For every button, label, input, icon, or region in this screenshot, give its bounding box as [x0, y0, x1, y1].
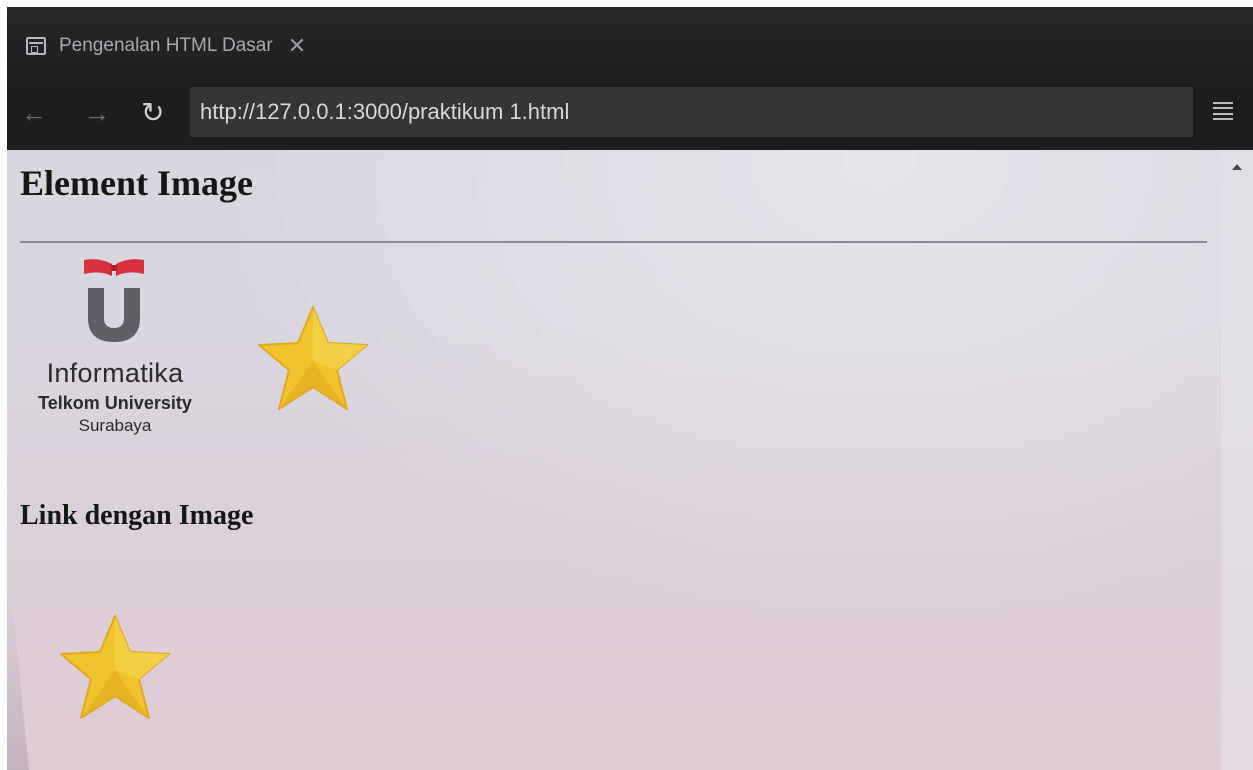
logo-title: Informatika — [46, 358, 184, 388]
hamburger-menu-icon[interactable] — [1213, 102, 1233, 120]
logo-subtitle-city: Surabaya — [78, 416, 152, 435]
forward-arrow-icon[interactable]: → — [84, 98, 110, 128]
back-arrow-icon[interactable]: ← — [21, 98, 47, 128]
page-title: Element Image — [20, 163, 253, 203]
vertical-scrollbar[interactable] — [1221, 150, 1253, 770]
star-link-icon[interactable] — [57, 612, 173, 724]
scroll-up-arrow-icon[interactable] — [1232, 164, 1242, 170]
page-viewport: Element Image Informatika Telkom Univers… — [7, 150, 1221, 770]
star-icon — [258, 306, 368, 410]
reload-icon[interactable]: ↻ — [141, 98, 164, 128]
horizontal-rule — [20, 241, 1207, 243]
informatika-logo: Informatika Telkom University Surabaya — [20, 258, 216, 448]
navigation-bar: ← → ↻ http://127.0.0.1:3000/praktikum 1.… — [7, 83, 1253, 150]
tab-active[interactable]: Pengenalan HTML Dasar ✕ — [7, 7, 407, 83]
background-decoration — [7, 590, 29, 770]
close-icon[interactable]: ✕ — [288, 35, 306, 57]
url-text: http://127.0.0.1:3000/praktikum 1.html — [200, 99, 570, 124]
tab-title: Pengenalan HTML Dasar — [59, 35, 273, 56]
tab-bar: Pengenalan HTML Dasar ✕ — [7, 7, 1253, 83]
section-heading: Link dengan Image — [20, 500, 254, 531]
logo-subtitle-university: Telkom University — [38, 393, 192, 413]
telkom-university-logo-icon — [84, 259, 144, 342]
address-bar[interactable]: http://127.0.0.1:3000/praktikum 1.html — [190, 87, 1193, 137]
browser-window: Pengenalan HTML Dasar ✕ ← → ↻ http://127… — [7, 7, 1253, 770]
page-icon — [26, 37, 46, 55]
